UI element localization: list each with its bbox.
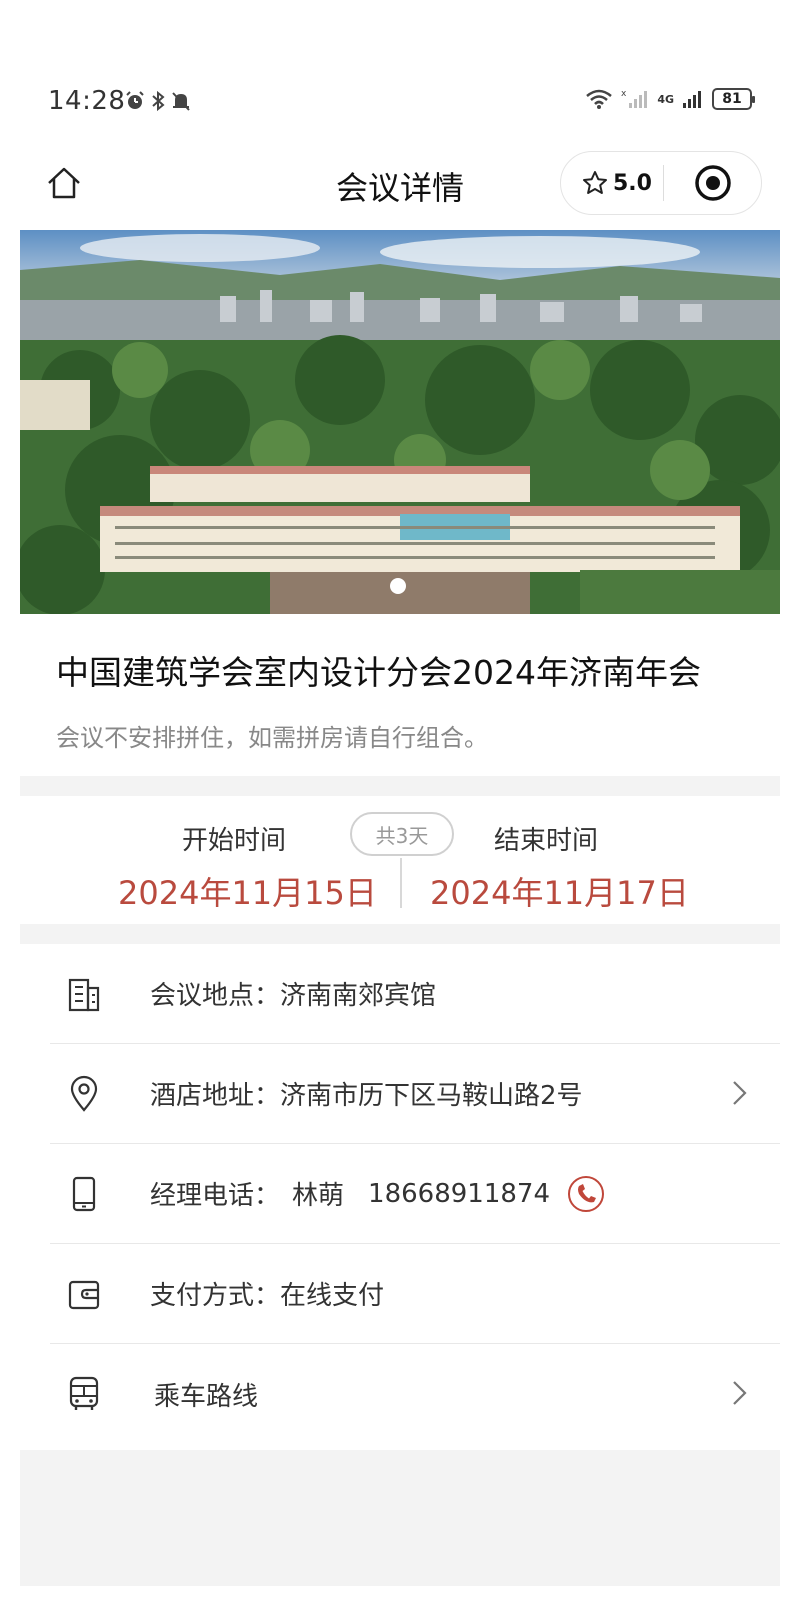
carousel-indicator[interactable] bbox=[390, 578, 406, 594]
bluetooth-icon bbox=[152, 90, 165, 112]
rating-value: 5.0 bbox=[613, 170, 652, 196]
venue-row: 会议地点：济南南郊宾馆 bbox=[50, 944, 780, 1044]
start-date-value: 2024年11月15日 bbox=[118, 874, 377, 912]
mobile-phone-icon bbox=[62, 1172, 106, 1216]
home-icon bbox=[48, 167, 80, 199]
wifi-icon bbox=[586, 89, 613, 109]
battery-icon: 81 bbox=[712, 88, 755, 110]
duration-badge: 共3天 bbox=[350, 812, 454, 856]
duration-text: 共3天 bbox=[375, 823, 429, 848]
manager-label: 经理电话： bbox=[150, 1181, 281, 1211]
payment-row: 支付方式：在线支付 bbox=[50, 1244, 780, 1344]
building-icon bbox=[62, 972, 106, 1016]
hotel-aerial-photo bbox=[20, 230, 780, 614]
location-pin-icon bbox=[62, 1072, 106, 1116]
section-gap bbox=[20, 924, 780, 944]
signal-off-icon: x bbox=[621, 89, 648, 108]
route-row[interactable]: 乘车路线 bbox=[50, 1344, 780, 1444]
rating-button[interactable]: 5.0 bbox=[561, 152, 663, 214]
status-icons-left bbox=[124, 90, 192, 112]
bus-icon bbox=[62, 1372, 106, 1416]
nav-bar: 会议详情 5.0 bbox=[0, 145, 800, 225]
alarm-icon bbox=[126, 91, 144, 109]
manager-name: 林萌 bbox=[292, 1181, 345, 1211]
end-date-label: 结束时间 bbox=[494, 826, 599, 856]
wallet-icon bbox=[62, 1272, 106, 1316]
venue-text: 会议地点：济南南郊宾馆 bbox=[150, 981, 437, 1011]
manager-phone-row: 经理电话： 林萌 18668911874 bbox=[50, 1144, 780, 1244]
close-miniprogram-button[interactable] bbox=[664, 152, 761, 214]
payment-text: 支付方式：在线支付 bbox=[150, 1281, 385, 1311]
manager-phone-number[interactable]: 18668911874 bbox=[368, 1179, 550, 1209]
battery-level: 81 bbox=[722, 91, 742, 107]
date-divider bbox=[400, 858, 402, 908]
route-text: 乘车路线 bbox=[154, 1381, 259, 1412]
manager-contact: 经理电话： 林萌 18668911874 bbox=[150, 1174, 606, 1214]
status-bar: 14:28 x 4G 81 bbox=[0, 0, 800, 140]
home-button[interactable] bbox=[44, 163, 84, 203]
status-time: 14:28 bbox=[48, 86, 126, 116]
banner-image[interactable] bbox=[20, 230, 780, 614]
svg-text:x: x bbox=[621, 89, 627, 99]
bottom-area bbox=[20, 1450, 780, 1586]
target-icon bbox=[694, 165, 731, 201]
address-row[interactable]: 酒店地址：济南市历下区马鞍山路2号 bbox=[50, 1044, 780, 1144]
date-section: 开始时间 2024年11月15日 共3天 结束时间 2024年11月17日 bbox=[20, 796, 780, 924]
chevron-right-icon bbox=[733, 1081, 747, 1105]
conference-title: 中国建筑学会室内设计分会2024年济南年会 bbox=[56, 653, 701, 692]
conference-note: 会议不安排拼住，如需拼房请自行组合。 bbox=[56, 724, 488, 752]
status-icons-right: x 4G 81 bbox=[585, 88, 755, 110]
star-icon bbox=[583, 171, 607, 194]
chevron-right-icon bbox=[733, 1381, 747, 1405]
info-list: 会议地点：济南南郊宾馆 酒店地址：济南市历下区马鞍山路2号 经理电话： 林萌 1… bbox=[20, 944, 780, 1450]
end-date-value: 2024年11月17日 bbox=[430, 874, 689, 912]
start-date-label: 开始时间 bbox=[182, 826, 287, 856]
mute-bell-icon bbox=[172, 92, 190, 111]
signal-icon bbox=[683, 91, 701, 108]
call-icon[interactable] bbox=[566, 1174, 606, 1214]
network-type: 4G bbox=[657, 92, 674, 106]
address-text: 酒店地址：济南市历下区马鞍山路2号 bbox=[150, 1081, 583, 1111]
section-gap bbox=[20, 776, 780, 796]
menu-capsule: 5.0 bbox=[560, 151, 762, 215]
